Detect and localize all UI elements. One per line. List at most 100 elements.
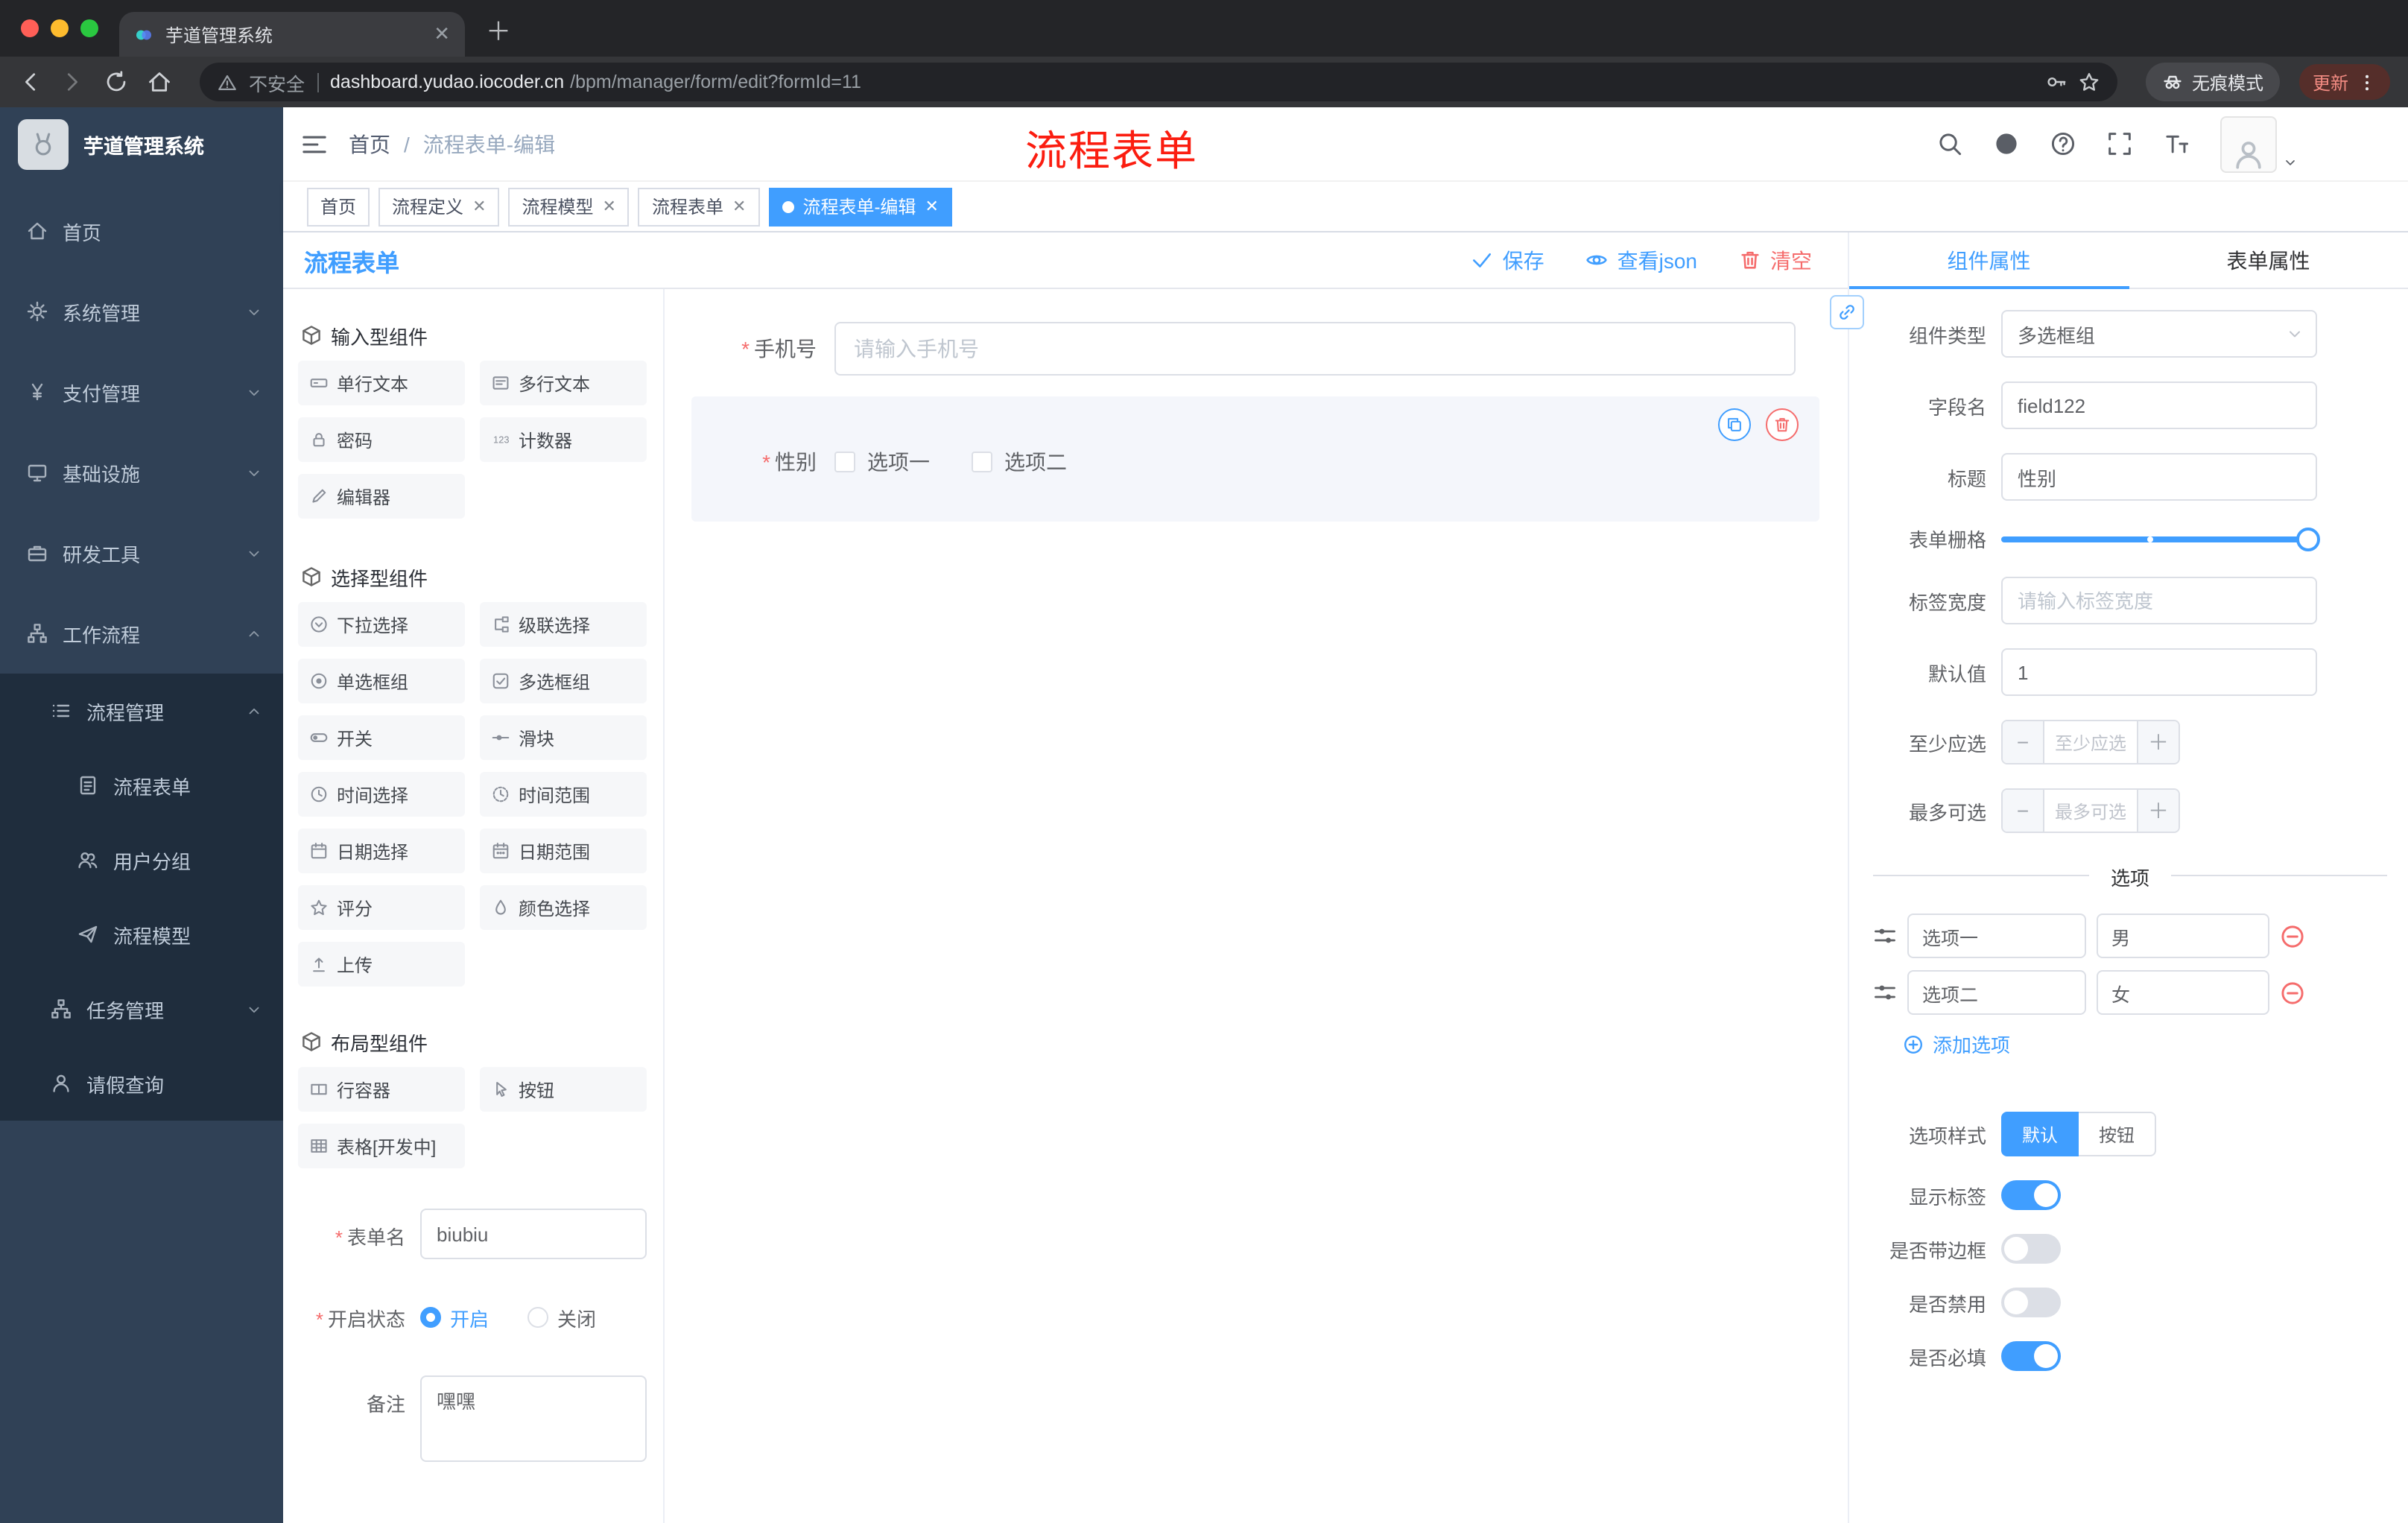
chip-editor[interactable]: 编辑器 [298,474,465,519]
chip-time-range[interactable]: 时间范围 [480,772,647,817]
drag-handle-icon[interactable] [1873,981,1897,1004]
document-link-button[interactable] [1830,295,1864,329]
hamburger-icon[interactable] [301,130,328,157]
field-name-input[interactable] [2001,381,2317,429]
tag-close-icon[interactable]: ✕ [472,197,486,216]
option-value-input[interactable] [2097,970,2269,1015]
chip-multi-line-text[interactable]: 多行文本 [480,361,647,405]
chip-row-container[interactable]: 行容器 [298,1067,465,1112]
add-option-button[interactable]: 添加选项 [1903,1030,2408,1058]
chip-radio-group[interactable]: 单选框组 [298,659,465,703]
status-off-radio[interactable]: 关闭 [527,1303,596,1332]
browser-update-button[interactable]: 更新 [2298,64,2390,100]
close-window-button[interactable] [21,19,39,37]
sidebar-item-infrastructure[interactable]: 基础设施 [0,432,283,513]
chip-single-line-text[interactable]: 单行文本 [298,361,465,405]
chip-upload[interactable]: 上传 [298,942,465,987]
show-label-toggle[interactable] [2001,1180,2061,1210]
copy-component-button[interactable] [1718,408,1751,441]
chip-slider[interactable]: 滑块 [480,715,647,760]
sidebar-item-system[interactable]: 系统管理 [0,271,283,352]
logo[interactable]: 芋道管理系统 [0,107,283,182]
tab-component-props[interactable]: 组件属性 [1849,232,2129,289]
remove-option-icon[interactable] [2280,980,2305,1005]
stepper-value[interactable]: 至少应选 [2044,721,2137,763]
sidebar-item-devtools[interactable]: 研发工具 [0,513,283,593]
chip-date-picker[interactable]: 日期选择 [298,829,465,873]
status-on-radio[interactable]: 开启 [420,1303,489,1332]
form-remark-textarea[interactable]: 嘿嘿 [420,1375,647,1462]
bookmark-star-icon[interactable] [2079,72,2100,92]
tag-close-icon[interactable]: ✕ [732,197,746,216]
chip-date-range[interactable]: 日期范围 [480,829,647,873]
chip-cascade-select[interactable]: 级联选择 [480,602,647,647]
fullscreen-icon[interactable] [2107,131,2132,156]
stepper-decrease-button[interactable]: − [2003,790,2044,832]
tag-close-icon[interactable]: ✕ [603,197,616,216]
chip-table-dev[interactable]: 表格[开发中] [298,1124,465,1168]
component-type-select[interactable]: 多选框组 [2001,310,2317,358]
chip-button[interactable]: 按钮 [480,1067,647,1112]
search-icon[interactable] [1937,131,1962,156]
stepper-increase-button[interactable]: ＋ [2137,721,2179,763]
user-avatar[interactable] [2220,115,2277,172]
macos-traffic-lights[interactable] [21,19,98,37]
chip-checkbox-group[interactable]: 多选框组 [480,659,647,703]
help-icon[interactable] [2050,131,2076,156]
font-size-icon[interactable] [2164,131,2189,156]
password-key-icon[interactable] [2046,72,2067,92]
form-name-input[interactable] [420,1209,647,1259]
stepper-decrease-button[interactable]: − [2003,721,2044,763]
breadcrumb-home[interactable]: 首页 [349,129,390,159]
sidebar-item-process-form[interactable]: 流程表单 [0,748,283,823]
stepper-value[interactable]: 最多可选 [2044,790,2137,832]
browser-menu-icon[interactable] [2357,72,2377,92]
border-toggle[interactable] [2001,1234,2061,1264]
tag-home[interactable]: 首页 [307,187,370,226]
style-button-button[interactable]: 按钮 [2079,1112,2156,1156]
required-toggle[interactable] [2001,1341,2061,1371]
sidebar-item-process-management[interactable]: 流程管理 [0,674,283,748]
option-value-input[interactable] [2097,914,2269,958]
forward-icon[interactable] [61,70,85,94]
option-label-input[interactable] [1907,914,2086,958]
browser-tab[interactable]: 芋道管理系统 ✕ [119,12,465,57]
tag-close-icon[interactable]: ✕ [925,197,938,216]
drag-handle-icon[interactable] [1873,924,1897,948]
selected-component-block[interactable]: * 性别 选项一 选项二 [691,396,1819,522]
chip-password[interactable]: 密码 [298,417,465,462]
gender-option2-checkbox[interactable]: 选项二 [972,447,1067,477]
remove-option-icon[interactable] [2280,923,2305,949]
style-default-button[interactable]: 默认 [2001,1112,2079,1156]
github-icon[interactable] [1994,131,2019,156]
chip-dropdown-select[interactable]: 下拉选择 [298,602,465,647]
sidebar-item-payment[interactable]: 支付管理 [0,352,283,432]
tag-process-form[interactable]: 流程表单 ✕ [638,187,760,226]
form-grid-slider[interactable] [2001,527,2320,551]
chip-color-picker[interactable]: 颜色选择 [480,885,647,930]
address-bar[interactable]: 不安全 dashboard.yudao.iocoder.cn/bpm/manag… [200,63,2117,101]
chip-time-picker[interactable]: 时间选择 [298,772,465,817]
sidebar-item-user-group[interactable]: 用户分组 [0,823,283,897]
gender-option1-checkbox[interactable]: 选项一 [834,447,930,477]
sidebar-item-home[interactable]: 首页 [0,191,283,271]
reload-icon[interactable] [104,70,128,94]
tab-form-props[interactable]: 表单属性 [2129,232,2408,288]
delete-component-button[interactable] [1766,408,1799,441]
new-tab-button[interactable]: ＋ [486,10,511,48]
stepper-increase-button[interactable]: ＋ [2137,790,2179,832]
chip-switch[interactable]: 开关 [298,715,465,760]
sidebar-item-leave-query[interactable]: 请假查询 [0,1046,283,1121]
view-json-button[interactable]: 查看json [1586,245,1697,275]
zoom-window-button[interactable] [80,19,98,37]
default-value-input[interactable] [2001,648,2317,696]
avatar-caret-icon[interactable] [2283,154,2298,169]
phone-input[interactable] [834,322,1796,376]
label-width-input[interactable] [2001,577,2317,624]
tag-process-form-edit[interactable]: 流程表单-编辑 ✕ [768,187,952,226]
option-label-input[interactable] [1907,970,2086,1015]
chip-rate[interactable]: 评分 [298,885,465,930]
back-icon[interactable] [18,70,42,94]
sidebar-item-workflow[interactable]: 工作流程 [0,593,283,674]
sidebar-item-process-model[interactable]: 流程模型 [0,897,283,972]
